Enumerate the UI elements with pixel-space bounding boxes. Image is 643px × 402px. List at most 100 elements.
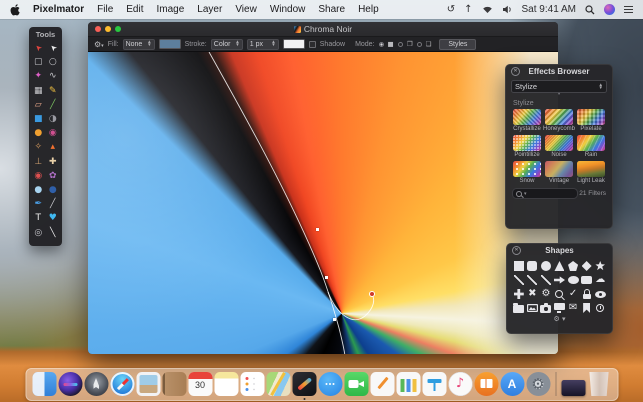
shape-arrow[interactable] <box>553 276 565 284</box>
dock-appstore[interactable] <box>500 372 524 396</box>
shape-bookmark[interactable] <box>583 303 591 313</box>
effect-vintage[interactable]: Vintage <box>543 161 575 184</box>
dock-finder[interactable] <box>32 372 56 396</box>
menu-edit[interactable]: Edit <box>126 4 143 15</box>
menu-help[interactable]: Help <box>358 4 379 15</box>
effect-light-leak[interactable]: Light Leak <box>575 161 607 184</box>
shadow-checkbox[interactable] <box>308 40 316 48</box>
fill-tool[interactable]: ■ <box>31 112 46 126</box>
brush-tool[interactable]: ● <box>31 126 46 140</box>
effect-snow[interactable]: Snow <box>511 161 543 184</box>
dock-trash[interactable] <box>589 372 609 396</box>
shape-display[interactable] <box>553 303 565 313</box>
shape-rounded-square[interactable] <box>527 261 538 271</box>
styles-button[interactable]: Styles <box>439 38 477 50</box>
path-endpoint[interactable] <box>369 291 375 297</box>
mode-radio-normal[interactable] <box>378 41 384 47</box>
dock-notes[interactable] <box>214 372 238 396</box>
magic-wand-tool[interactable]: ✦ <box>31 69 46 83</box>
clone-stamp-tool[interactable]: ⊥ <box>31 155 46 169</box>
dock-messages[interactable] <box>318 372 342 396</box>
shape-line-2[interactable] <box>527 275 538 285</box>
slice-tool[interactable]: ╱ <box>46 197 61 211</box>
volume-icon[interactable] <box>502 5 513 14</box>
shape-diamond[interactable] <box>581 261 592 271</box>
close-icon[interactable]: ✕ <box>512 246 521 255</box>
shape-multiply[interactable]: ✖ <box>528 289 536 299</box>
dock-system-preferences[interactable] <box>526 372 550 396</box>
shape-envelope[interactable]: ✉ <box>569 303 577 313</box>
shape-speech-rect[interactable] <box>581 276 593 284</box>
wifi-icon[interactable] <box>482 5 493 14</box>
paint-tool[interactable]: ╱ <box>46 98 61 112</box>
dock-contacts[interactable] <box>162 372 186 396</box>
red-eye-tool[interactable]: ◉ <box>31 169 46 183</box>
menu-image[interactable]: Image <box>157 4 185 15</box>
shape-eye[interactable] <box>594 290 606 298</box>
menu-layer[interactable]: Layer <box>197 4 222 15</box>
effect-crystallize[interactable]: Crystallize <box>511 109 543 132</box>
shape-clock[interactable] <box>596 304 605 312</box>
menu-window[interactable]: Window <box>270 4 306 15</box>
shape-tool[interactable]: ♥ <box>46 211 61 225</box>
shape-checkmark[interactable]: ✓ <box>569 289 577 299</box>
mode-radio-combined[interactable] <box>397 41 403 47</box>
shape-line-1[interactable] <box>513 275 524 285</box>
eraser-tool[interactable]: ▱ <box>31 98 46 112</box>
shape-lock[interactable] <box>582 289 591 299</box>
dock-itunes[interactable] <box>448 372 472 396</box>
dock-numbers[interactable] <box>396 372 420 396</box>
sharpen-tool[interactable]: ● <box>46 183 61 197</box>
dock-launchpad[interactable] <box>84 372 108 396</box>
shape-line-3[interactable] <box>540 275 551 285</box>
window-titlebar[interactable]: Chroma Noir <box>88 22 558 37</box>
shape-gear[interactable]: ⚙ <box>541 289 550 299</box>
shape-pentagon[interactable] <box>568 261 579 271</box>
pen-tool[interactable]: ✒ <box>31 197 46 211</box>
color-brush-tool[interactable]: ◉ <box>46 126 61 140</box>
dock-calendar[interactable]: 30 <box>188 372 212 396</box>
effect-pointillize[interactable]: Pointillize <box>511 135 543 158</box>
menu-app-name[interactable]: Pixelmator <box>33 4 84 15</box>
dock-safari[interactable] <box>110 372 134 396</box>
dock-pages[interactable] <box>370 372 394 396</box>
type-tool[interactable]: T <box>31 211 46 225</box>
stroke-popup[interactable]: Color ▲ ▼ <box>210 38 243 50</box>
menu-file[interactable]: File <box>97 4 113 15</box>
dock-pixelmator[interactable] <box>292 372 316 400</box>
mode-radio-component[interactable] <box>416 41 422 47</box>
path-anchor-point[interactable] <box>325 276 328 279</box>
notification-center-icon[interactable] <box>624 6 633 13</box>
effect-rain[interactable]: Rain <box>575 135 607 158</box>
shape-folder[interactable] <box>513 303 525 313</box>
stroke-color-swatch[interactable] <box>282 39 305 49</box>
fill-popup[interactable]: None ▲ ▼ <box>122 38 155 50</box>
menu-clock[interactable]: Sat 9:41 AM <box>522 4 576 15</box>
shape-picture[interactable] <box>527 304 538 312</box>
time-machine-icon[interactable]: ↺ <box>447 4 455 15</box>
apple-menu[interactable] <box>10 3 20 16</box>
menu-view[interactable]: View <box>235 4 257 15</box>
lasso-tool[interactable]: ∿ <box>46 69 61 83</box>
shape-square[interactable] <box>513 261 524 271</box>
effects-search-field[interactable]: ▾ <box>512 188 578 199</box>
shape-triangle[interactable] <box>554 261 565 271</box>
stroke-width-stepper[interactable]: 1 px ▲ ▼ <box>246 38 279 50</box>
path-anchor-point[interactable] <box>316 228 319 231</box>
dock-facetime[interactable] <box>344 372 368 396</box>
zoom-window-button[interactable] <box>115 26 121 32</box>
up-arrow-icon[interactable]: ↑ <box>464 4 472 15</box>
dock-minimized-window[interactable] <box>561 380 585 396</box>
siri-icon[interactable] <box>604 4 615 15</box>
pencil-tool[interactable]: ✎ <box>46 84 61 98</box>
dock-maps[interactable] <box>266 372 290 396</box>
gradient-tool[interactable]: ◑ <box>46 112 61 126</box>
crop-tool[interactable]: ▦ <box>31 84 46 98</box>
healing-tool[interactable]: ✚ <box>46 155 61 169</box>
close-window-button[interactable] <box>95 26 101 32</box>
canvas[interactable] <box>88 52 558 354</box>
dock-keynote[interactable] <box>422 372 446 396</box>
shape-cloud[interactable]: ☁ <box>595 275 605 285</box>
dock-ibooks[interactable] <box>474 372 498 396</box>
retouch-tool[interactable]: ✧ <box>31 140 46 154</box>
